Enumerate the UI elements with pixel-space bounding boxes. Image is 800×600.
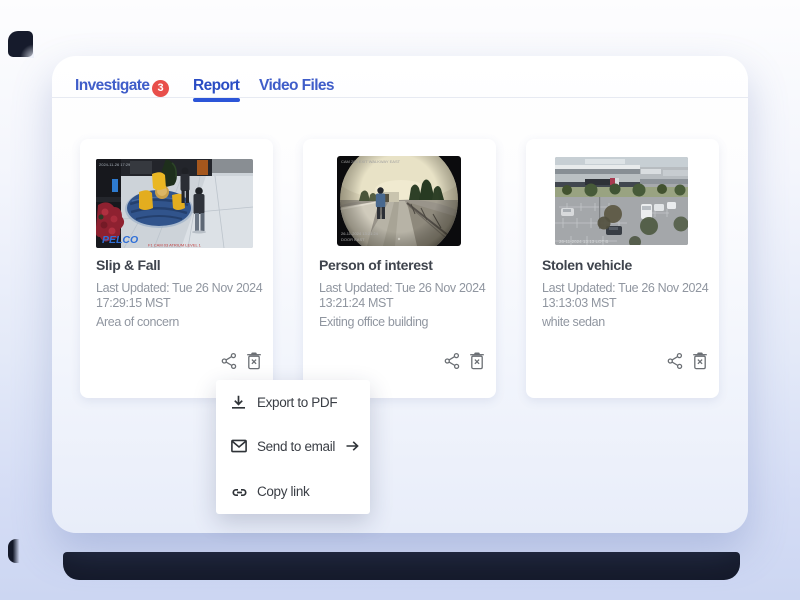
svg-text:26-11-2024 13:13 LOT B: 26-11-2024 13:13 LOT B xyxy=(559,239,608,244)
svg-text:26-11-2024 13:21:24: 26-11-2024 13:21:24 xyxy=(341,231,379,236)
svg-text:PELCO: PELCO xyxy=(102,234,138,246)
svg-text:CAM 204 EXIT WALKWAY EAST: CAM 204 EXIT WALKWAY EAST xyxy=(341,159,401,164)
svg-text:F1 CAM 03 ATRIUM LEVEL 1: F1 CAM 03 ATRIUM LEVEL 1 xyxy=(148,243,202,248)
svg-text:DOOR EAST: DOOR EAST xyxy=(341,237,365,242)
svg-text:2024-11-26 17:29: 2024-11-26 17:29 xyxy=(99,162,131,167)
